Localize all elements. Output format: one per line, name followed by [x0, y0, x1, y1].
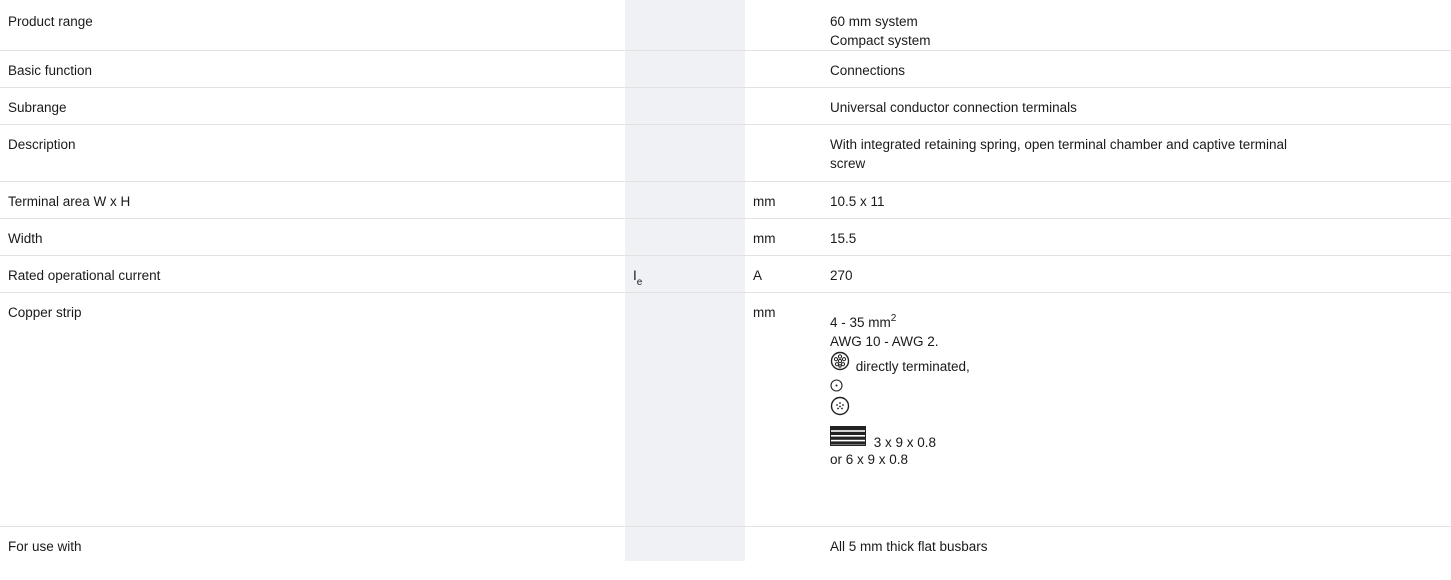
row-label: Width [0, 218, 625, 256]
value-line: Universal conductor connection terminals [830, 100, 1077, 115]
cu-solid-line [830, 373, 1451, 392]
value-line: With integrated retaining spring, open t… [830, 137, 1287, 152]
row-symbol [625, 218, 745, 256]
row-symbol [625, 526, 745, 561]
value-line: 60 mm system [830, 14, 918, 29]
fine-stranded-conductor-icon [830, 396, 850, 416]
row-value: With integrated retaining spring, open t… [822, 124, 1451, 182]
row-label: Copper strip [0, 292, 625, 527]
row-label: Subrange [0, 87, 625, 125]
row-unit [745, 124, 822, 182]
value-line: 270 [830, 268, 853, 283]
row-unit: A [745, 255, 822, 293]
row-label: For use with [8, 539, 82, 554]
row-value: 15.5 [822, 218, 1451, 256]
row-value: 10.5 x 11 [822, 181, 1451, 219]
value-line: Connections [830, 63, 906, 78]
spec-row-basic-function: Basic function Connections [0, 50, 1451, 88]
row-value: 60 mm system Compact system [822, 0, 1451, 51]
row-symbol [625, 181, 745, 219]
stranded-conductor-icon [830, 351, 850, 371]
value-line: 15.5 [830, 231, 857, 246]
cu-fine-stranded-line [830, 396, 1451, 416]
spec-row-description: Description With integrated retaining sp… [0, 124, 1451, 182]
row-value: Universal conductor connection terminals [822, 87, 1451, 125]
spec-table: Product range 60 mm system Compact syste… [0, 0, 1451, 561]
row-value: 4 - 35 mm2 AWG 10 - AWG 2. directly term… [822, 292, 1451, 527]
flat-strip-icon [830, 426, 866, 446]
row-symbol [625, 50, 745, 88]
row-value: 270 [822, 255, 1451, 293]
spec-row-for-use-with: For use with All 5 mm thick flat busbars [0, 526, 1451, 562]
cu-stranded-line: directly terminated, [830, 351, 1451, 374]
spec-row-terminal-area: Terminal area W x H mm 10.5 x 11 [0, 181, 1451, 219]
row-label: Basic function [0, 50, 625, 88]
solid-conductor-icon [830, 379, 843, 392]
row-symbol [625, 292, 745, 527]
strip-dims: 3 x 9 x 0.8 [873, 435, 937, 450]
row-unit [745, 0, 822, 51]
row-label: Terminal area W x H [0, 181, 625, 219]
row-unit [745, 87, 822, 125]
value-line: All 5 mm thick flat busbars [830, 539, 988, 554]
cu-range: 4 - 35 mm2 [830, 313, 897, 330]
cu-strip-line: 3 x 9 x 0.8 [830, 426, 1451, 450]
symbol-sub: e [636, 277, 643, 288]
stranded-note: directly terminated, [855, 359, 970, 374]
value-line: screw [830, 156, 866, 171]
value-line: 10.5 x 11 [830, 194, 885, 209]
spec-row-subrange: Subrange Universal conductor connection … [0, 87, 1451, 125]
row-unit: mm [745, 181, 822, 219]
row-symbol [625, 0, 745, 51]
row-label: Rated operational current [0, 255, 625, 293]
cu-awg: AWG 10 - AWG 2. [830, 334, 939, 349]
row-label: Product range [0, 0, 625, 51]
row-symbol [625, 124, 745, 182]
row-unit [745, 527, 822, 562]
value-line: Compact system [830, 33, 931, 48]
row-unit [745, 50, 822, 88]
cu-strip-alt: or 6 x 9 x 0.8 [830, 452, 909, 467]
spec-row-width: Width mm 15.5 [0, 218, 1451, 256]
row-symbol: Ie [625, 255, 745, 293]
spec-row-product-range: Product range 60 mm system Compact syste… [0, 0, 1451, 51]
spec-row-copper-strip: Copper strip mm 4 - 35 mm2 AWG 10 - AWG … [0, 292, 1451, 527]
row-label: Description [0, 124, 625, 182]
row-unit: mm [745, 218, 822, 256]
row-symbol [625, 87, 745, 125]
row-value: All 5 mm thick flat busbars [822, 527, 1451, 562]
row-value: Connections [822, 50, 1451, 88]
spec-row-rated-current: Rated operational current Ie A 270 [0, 255, 1451, 293]
row-unit: mm [745, 292, 822, 527]
